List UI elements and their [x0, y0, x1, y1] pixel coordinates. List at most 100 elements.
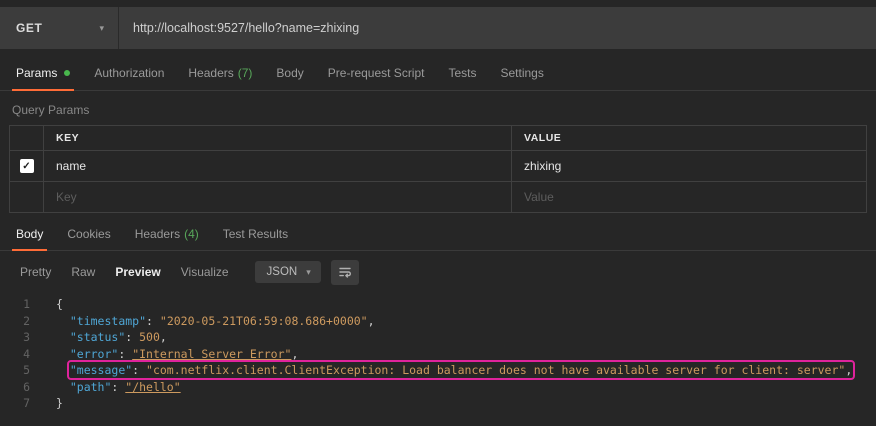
- line-number: 7: [23, 396, 30, 410]
- code-line-content: "message": "com.netflix.client.ClientExc…: [44, 360, 856, 380]
- method-dropdown[interactable]: GET ▾: [0, 7, 118, 49]
- request-url-bar: GET ▾ http://localhost:9527/hello?name=z…: [0, 7, 876, 49]
- code-token-pu: {: [56, 297, 63, 311]
- param-key-placeholder[interactable]: Key: [43, 181, 512, 213]
- tab-response-headers[interactable]: Headers (4): [123, 217, 211, 250]
- code-line: 1{: [0, 296, 876, 313]
- table-row: ✓ name zhixing: [9, 150, 867, 182]
- tab-tests-label: Tests: [448, 65, 477, 80]
- code-line-content: }: [44, 395, 63, 412]
- code-token-pu: ,: [291, 346, 299, 361]
- wrap-text-button[interactable]: [330, 259, 359, 285]
- code-token-pu: :: [118, 346, 133, 361]
- code-token-stru: "Internal Server Error": [132, 346, 292, 361]
- chevron-down-icon: ▾: [99, 22, 104, 33]
- line-number: 4: [23, 346, 30, 361]
- code-token-pu: :: [125, 330, 140, 344]
- code-line: 5 "message": "com.netflix.client.ClientE…: [0, 360, 876, 380]
- response-body-code: 1{2 "timestamp": "2020-05-21T06:59:08.68…: [0, 293, 876, 412]
- param-checkbox-cell: ✓: [9, 150, 44, 182]
- query-params-table: KEY VALUE ✓ name zhixing Key Value: [9, 125, 867, 213]
- tab-response-body[interactable]: Body: [4, 217, 55, 251]
- mode-visualize-button[interactable]: Visualize: [171, 259, 239, 285]
- tab-test-results[interactable]: Test Results: [211, 217, 300, 250]
- tab-prerequest-script[interactable]: Pre-request Script: [316, 55, 437, 90]
- tab-headers[interactable]: Headers (7): [176, 55, 264, 90]
- code-token-stru: "/hello": [125, 379, 181, 394]
- param-checkbox-cell-empty: [9, 181, 44, 213]
- params-active-dot: [64, 69, 71, 76]
- code-line-content: "timestamp": "2020-05-21T06:59:08.686+00…: [44, 313, 375, 330]
- code-token-str: "com.netflix.client.ClientException: Loa…: [146, 363, 846, 377]
- code-token-key: "timestamp": [69, 313, 147, 328]
- param-value-field[interactable]: zhixing: [511, 150, 867, 182]
- tab-body-label: Body: [276, 65, 304, 80]
- response-headers-count-badge: (4): [184, 226, 199, 241]
- params-header-key: KEY: [43, 125, 512, 151]
- tab-settings-label: Settings: [500, 65, 544, 80]
- code-token-pu: :: [132, 363, 147, 377]
- code-token-pu: :: [111, 379, 126, 394]
- params-header-value: VALUE: [511, 125, 867, 151]
- code-line: 2 "timestamp": "2020-05-21T06:59:08.686+…: [0, 313, 876, 330]
- tab-params[interactable]: Params: [4, 55, 82, 91]
- request-tabs: Params Authorization Headers (7) Body Pr…: [0, 55, 876, 91]
- chevron-down-icon: ▾: [306, 266, 311, 277]
- mode-raw-button[interactable]: Raw: [61, 259, 105, 285]
- code-line-content: {: [44, 296, 63, 313]
- code-token-ind: [56, 363, 70, 377]
- query-params-title: Query Params: [12, 103, 90, 117]
- code-token-pu: :: [146, 313, 160, 328]
- response-tabs: Body Cookies Headers (4) Test Results: [0, 217, 876, 251]
- code-token-pu: ,: [159, 330, 167, 344]
- tab-body[interactable]: Body: [264, 55, 315, 90]
- line-number: 5: [23, 363, 30, 377]
- code-line-content: "error": "Internal Server Error",: [44, 346, 299, 363]
- code-token-ind: [56, 314, 70, 328]
- highlight-box: "message": "com.netflix.client.ClientExc…: [66, 360, 856, 380]
- tab-prerequest-label: Pre-request Script: [327, 65, 425, 80]
- tab-tests[interactable]: Tests: [436, 55, 488, 90]
- method-label: GET: [16, 21, 43, 35]
- param-key-field[interactable]: name: [43, 150, 512, 182]
- params-header-row: KEY VALUE: [9, 125, 867, 151]
- tab-response-headers-label: Headers: [134, 226, 181, 241]
- headers-count-badge: (7): [237, 65, 253, 80]
- format-label: JSON: [266, 266, 298, 278]
- param-checkbox-checked[interactable]: ✓: [19, 159, 34, 173]
- mode-preview-button[interactable]: Preview: [105, 259, 170, 285]
- mode-pretty-button[interactable]: Pretty: [10, 259, 61, 285]
- code-lines: 1{2 "timestamp": "2020-05-21T06:59:08.68…: [0, 296, 876, 412]
- line-number: 6: [23, 379, 30, 394]
- code-line: 7}: [0, 395, 876, 412]
- table-row-placeholder: Key Value: [9, 181, 867, 213]
- code-line: 4 "error": "Internal Server Error",: [0, 346, 876, 363]
- code-token-key: "path": [69, 379, 112, 394]
- code-line: 6 "path": "/hello": [0, 379, 876, 396]
- tab-cookies[interactable]: Cookies: [55, 217, 122, 250]
- code-token-key: "message": [69, 363, 133, 377]
- code-token-num: 500: [139, 330, 160, 344]
- code-line-content: "path": "/hello": [44, 379, 181, 396]
- code-token-ind: [56, 347, 70, 361]
- code-token-pu: ,: [367, 313, 375, 328]
- line-number: 3: [23, 330, 30, 344]
- line-number: 2: [23, 313, 30, 328]
- response-toolbar: Pretty Raw Preview Visualize JSON ▾: [0, 251, 876, 293]
- line-number: 1: [23, 297, 30, 311]
- tab-settings[interactable]: Settings: [489, 55, 556, 90]
- tab-authorization-label: Authorization: [94, 65, 165, 80]
- tab-headers-label: Headers: [188, 65, 234, 80]
- tab-authorization[interactable]: Authorization: [82, 55, 176, 90]
- code-token-pu: ,: [845, 363, 853, 377]
- tab-response-body-label: Body: [16, 226, 44, 241]
- code-token-ind: [56, 330, 70, 344]
- tab-test-results-label: Test Results: [222, 226, 289, 241]
- code-token-str: "2020-05-21T06:59:08.686+0000": [159, 313, 368, 328]
- param-value-placeholder[interactable]: Value: [511, 181, 867, 213]
- code-token-ind: [56, 380, 70, 394]
- tab-params-label: Params: [16, 65, 58, 80]
- format-dropdown[interactable]: JSON ▾: [254, 261, 321, 283]
- url-input[interactable]: http://localhost:9527/hello?name=zhixing: [119, 21, 359, 35]
- params-header-checkbox-cell: [9, 125, 44, 151]
